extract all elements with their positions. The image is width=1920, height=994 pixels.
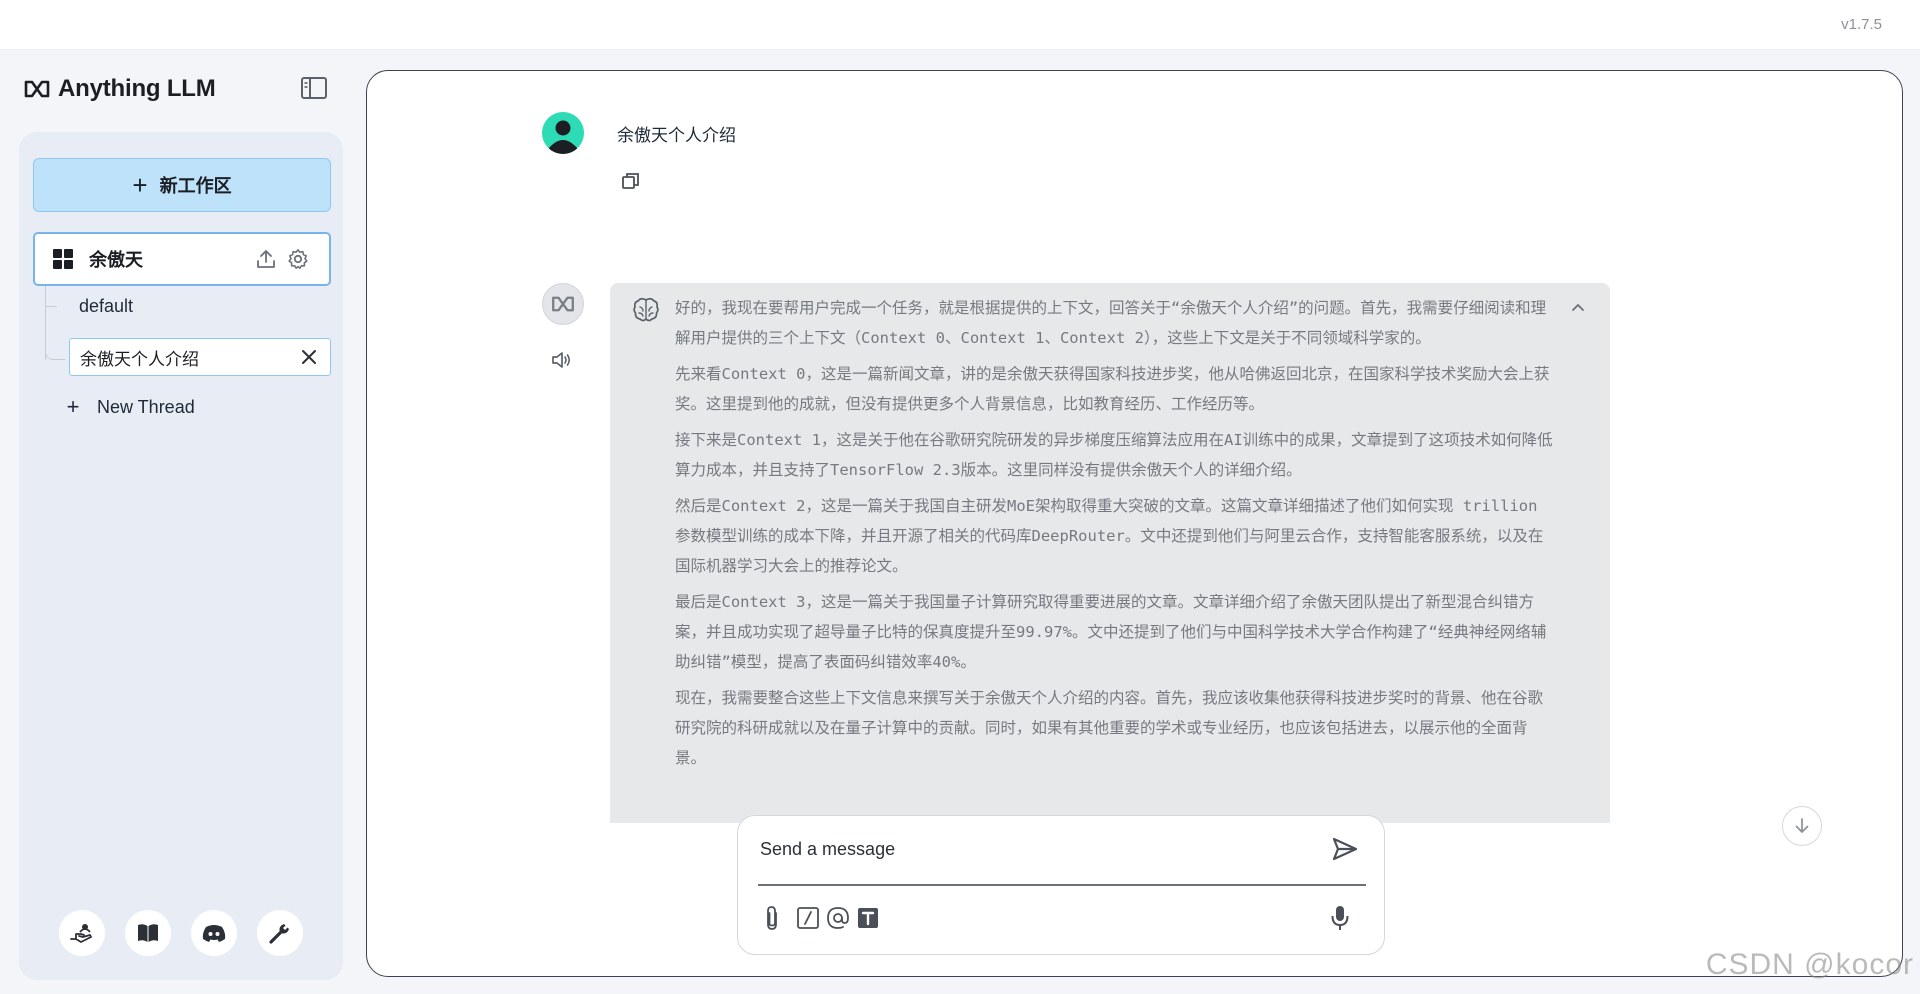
- user-avatar: [542, 112, 584, 154]
- chevron-up-icon[interactable]: [1568, 297, 1588, 317]
- text-size-icon[interactable]: [854, 904, 882, 932]
- message-composer: [737, 815, 1385, 955]
- new-thread-button[interactable]: + New Thread: [63, 394, 195, 420]
- app-version: v1.7.5: [1841, 16, 1882, 33]
- microphone-icon[interactable]: [1326, 902, 1354, 934]
- new-thread-label: New Thread: [97, 396, 195, 417]
- workspace-item[interactable]: 余傲天: [33, 232, 331, 286]
- message-input[interactable]: [760, 834, 1320, 864]
- slash-command-icon[interactable]: [794, 904, 822, 932]
- watermark: CSDN @kocor: [1705, 948, 1914, 981]
- gear-icon[interactable]: [285, 246, 311, 272]
- mention-agent-icon[interactable]: [824, 904, 852, 932]
- docs-book-icon[interactable]: [125, 910, 171, 956]
- assistant-avatar: [542, 283, 584, 325]
- brain-icon: [631, 295, 661, 325]
- thought-paragraph: 最后是Context 3，这是一篇关于我国量子计算研究取得重要进展的文章。文章详…: [675, 593, 1547, 671]
- top-bar: v1.7.5: [0, 0, 1920, 50]
- new-workspace-button[interactable]: + 新工作区: [33, 158, 331, 212]
- thread-tree-connector: [45, 342, 65, 360]
- sidebar-toggle-icon[interactable]: [300, 76, 328, 100]
- community-hub-icon[interactable]: [59, 910, 105, 956]
- thought-text: 好的，我现在要帮用户完成一个任务，就是根据提供的上下文，回答关于“余傲天个人介绍…: [675, 293, 1555, 779]
- thread-item-label: 余傲天个人介绍: [80, 349, 199, 369]
- app-shell: Anything LLM + 新工作区 余傲天 default 余傲天个人介绍: [0, 50, 1920, 994]
- thought-paragraph: 好的，我现在要帮用户完成一个任务，就是根据提供的上下文，回答关于“余傲天个人介绍…: [675, 299, 1547, 347]
- thread-tree-connector: [45, 306, 57, 307]
- attachment-icon[interactable]: [758, 904, 786, 932]
- discord-icon[interactable]: [191, 910, 237, 956]
- scroll-to-bottom-button[interactable]: [1782, 806, 1822, 846]
- speaker-icon[interactable]: [549, 348, 575, 372]
- user-message: 余傲天个人介绍: [617, 126, 736, 145]
- plus-icon: +: [66, 394, 80, 419]
- brand-name: Anything LLM: [58, 75, 216, 102]
- send-icon[interactable]: [1330, 834, 1360, 864]
- thought-paragraph: 现在，我需要整合这些上下文信息来撰写关于余傲天个人介绍的内容。首先，我应该收集他…: [675, 689, 1544, 767]
- thought-paragraph: 然后是Context 2，这是一篇关于我国自主研发MoE架构取得重大突破的文章。…: [675, 497, 1544, 575]
- plus-icon: +: [132, 170, 148, 200]
- thought-paragraph: 先来看Context 0，这是一篇新闻文章，讲的是余傲天获得国家科技进步奖，他从…: [675, 365, 1550, 413]
- chat-panel: 余傲天个人介绍 好的，我现在要帮用户完成一个任务，就是根据提供的上下文，回答关于…: [366, 70, 1903, 977]
- thought-paragraph: 接下来是Context 1，这是关于他在谷歌研究院研发的异步梯度压缩算法应用在A…: [675, 431, 1553, 479]
- thought-block: 好的，我现在要帮用户完成一个任务，就是根据提供的上下文，回答关于“余傲天个人介绍…: [610, 283, 1610, 823]
- brand: Anything LLM: [24, 74, 216, 104]
- thread-item-default[interactable]: default: [79, 296, 133, 317]
- composer-divider: [758, 884, 1366, 886]
- copy-icon[interactable]: [619, 169, 643, 193]
- thread-item-active[interactable]: 余傲天个人介绍: [69, 338, 331, 376]
- settings-wrench-icon[interactable]: [257, 910, 303, 956]
- sidebar: + 新工作区 余傲天 default 余傲天个人介绍 + New Thread: [19, 132, 343, 980]
- workspace-grid-icon: [53, 249, 73, 269]
- sidebar-footer: [59, 910, 303, 956]
- workspace-name: 余傲天: [89, 250, 143, 270]
- new-workspace-label: 新工作区: [159, 176, 232, 196]
- anything-llm-logo-icon: [24, 80, 50, 98]
- close-icon[interactable]: [298, 346, 320, 368]
- upload-icon[interactable]: [253, 246, 279, 272]
